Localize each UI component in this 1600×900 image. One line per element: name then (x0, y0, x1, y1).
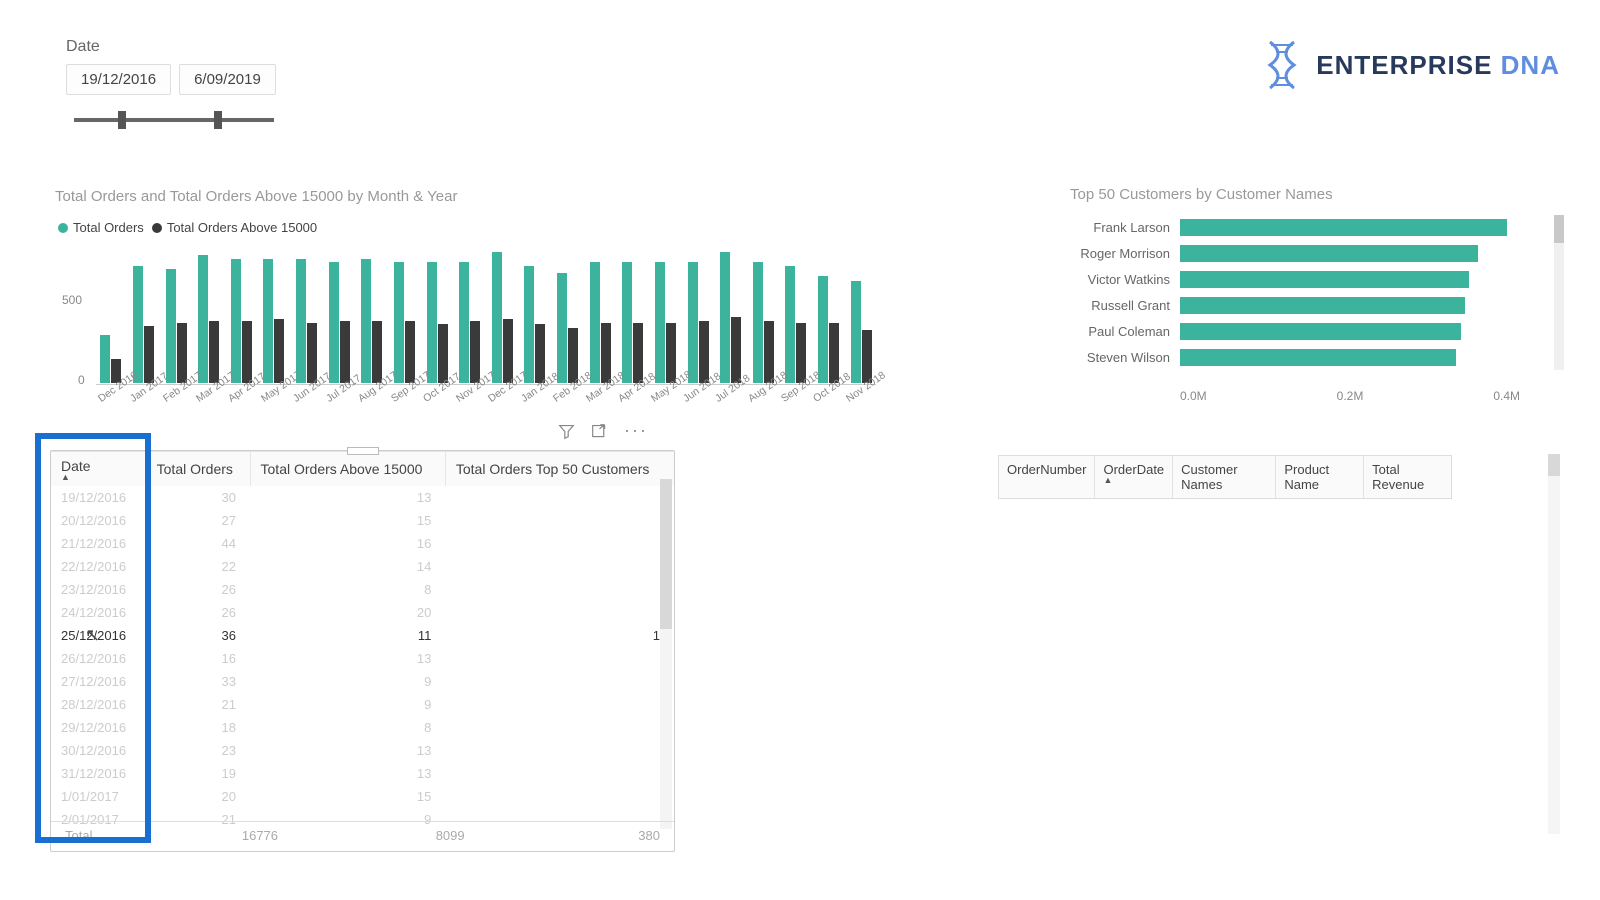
bar-group[interactable] (390, 262, 420, 383)
bar-group[interactable] (292, 259, 322, 383)
bar-group[interactable] (651, 262, 681, 383)
table-row[interactable]: 21/12/20164416 (51, 532, 674, 555)
legend-dot-above-15000 (152, 223, 162, 233)
bar-group[interactable] (553, 273, 583, 383)
bar-group[interactable] (585, 262, 615, 383)
legend-dot-total-orders (58, 223, 68, 233)
customer-bar[interactable]: Roger Morrison (1000, 241, 1540, 266)
table-row[interactable]: 31/12/20161913 (51, 762, 674, 785)
bar-group[interactable] (129, 266, 159, 383)
slider-handle-start[interactable] (118, 111, 126, 129)
bar-group[interactable] (520, 266, 550, 383)
date-slider[interactable] (74, 105, 274, 135)
table-row[interactable]: 30/12/20162313 (51, 739, 674, 762)
table-row[interactable]: 23/12/2016268 (51, 578, 674, 601)
bar-group[interactable] (259, 259, 289, 383)
customer-bar[interactable]: Russell Grant (1000, 293, 1540, 318)
bar-group[interactable] (683, 262, 713, 383)
column-chart-title: Total Orders and Total Orders Above 1500… (55, 188, 457, 205)
resize-handle[interactable] (347, 447, 379, 455)
bar-group[interactable] (455, 262, 485, 383)
table-row[interactable]: 27/12/2016339 (51, 670, 674, 693)
bar-group[interactable] (814, 276, 844, 383)
table-header[interactable]: Total Orders Above 15000 (250, 452, 445, 487)
customer-bar[interactable]: Paul Coleman (1000, 319, 1540, 344)
customer-bar[interactable]: Victor Watkins (1000, 267, 1540, 292)
focus-mode-icon[interactable] (591, 423, 608, 445)
detail-header[interactable]: Product Name (1276, 456, 1364, 498)
bar-group[interactable] (846, 281, 876, 383)
detail-header[interactable]: OrderNumber (999, 456, 1095, 498)
bar-group[interactable] (781, 266, 811, 383)
filter-icon[interactable] (558, 423, 575, 445)
table-row[interactable]: 26/12/20161613 (51, 647, 674, 670)
bar-group[interactable] (357, 259, 387, 383)
detail-table-scrollbar[interactable] (1548, 454, 1560, 834)
more-options-icon[interactable]: ··· (624, 423, 648, 445)
date-slicer[interactable]: Date 19/12/2016 6/09/2019 (66, 38, 276, 135)
table-row[interactable]: 24/12/20162620 (51, 601, 674, 624)
date-end-value[interactable]: 6/09/2019 (179, 64, 276, 95)
customer-bar[interactable]: Frank Larson (1000, 215, 1540, 240)
detail-table[interactable]: OrderNumberOrderDate▲Customer NamesProdu… (998, 455, 1452, 499)
table-row[interactable]: 25/12/201636111 (51, 624, 674, 647)
date-start-value[interactable]: 19/12/2016 (66, 64, 171, 95)
bar-group[interactable] (194, 255, 224, 383)
table-scrollbar[interactable] (660, 479, 672, 829)
table-row[interactable]: 19/12/20163013 (51, 486, 674, 509)
orders-table[interactable]: ··· Date▲Total OrdersTotal Orders Above … (50, 450, 675, 852)
table-header[interactable]: Total Orders (146, 452, 250, 487)
bar-group[interactable] (227, 259, 257, 383)
column-chart-legend: Total Orders Total Orders Above 15000 (58, 220, 317, 235)
column-chart[interactable]: 500 0 Dec 2016Jan 2017Feb 2017Mar 2017Ap… (50, 245, 880, 395)
bar-group[interactable] (716, 252, 746, 383)
bar-group[interactable] (422, 262, 452, 383)
detail-header[interactable]: Customer Names (1173, 456, 1276, 498)
table-row[interactable]: 1/01/20172015 (51, 785, 674, 808)
table-header[interactable]: Date▲ (51, 452, 146, 487)
table-row[interactable]: 28/12/2016219 (51, 693, 674, 716)
bar-group[interactable] (488, 252, 518, 383)
bar-group[interactable] (161, 269, 191, 383)
top50-chart[interactable]: Frank LarsonRoger MorrisonVictor Watkins… (1000, 215, 1540, 385)
slider-handle-end[interactable] (214, 111, 222, 129)
top50-scrollbar[interactable] (1554, 215, 1564, 370)
detail-header[interactable]: OrderDate▲ (1095, 456, 1173, 498)
table-row[interactable]: 20/12/20162715 (51, 509, 674, 532)
table-row[interactable]: 29/12/2016188 (51, 716, 674, 739)
detail-header[interactable]: Total Revenue (1364, 456, 1451, 498)
bar-group[interactable] (324, 262, 354, 383)
customer-bar[interactable]: Steven Wilson (1000, 345, 1540, 370)
date-slicer-label: Date (66, 38, 276, 56)
top50-chart-title: Top 50 Customers by Customer Names (1070, 186, 1333, 203)
logo: ENTERPRISE DNA (1262, 40, 1560, 90)
table-row[interactable]: 22/12/20162214 (51, 555, 674, 578)
bar-group[interactable] (749, 262, 779, 383)
dna-icon (1262, 40, 1302, 90)
table-header[interactable]: Total Orders Top 50 Customers (445, 452, 674, 487)
bar-group[interactable] (618, 262, 648, 383)
